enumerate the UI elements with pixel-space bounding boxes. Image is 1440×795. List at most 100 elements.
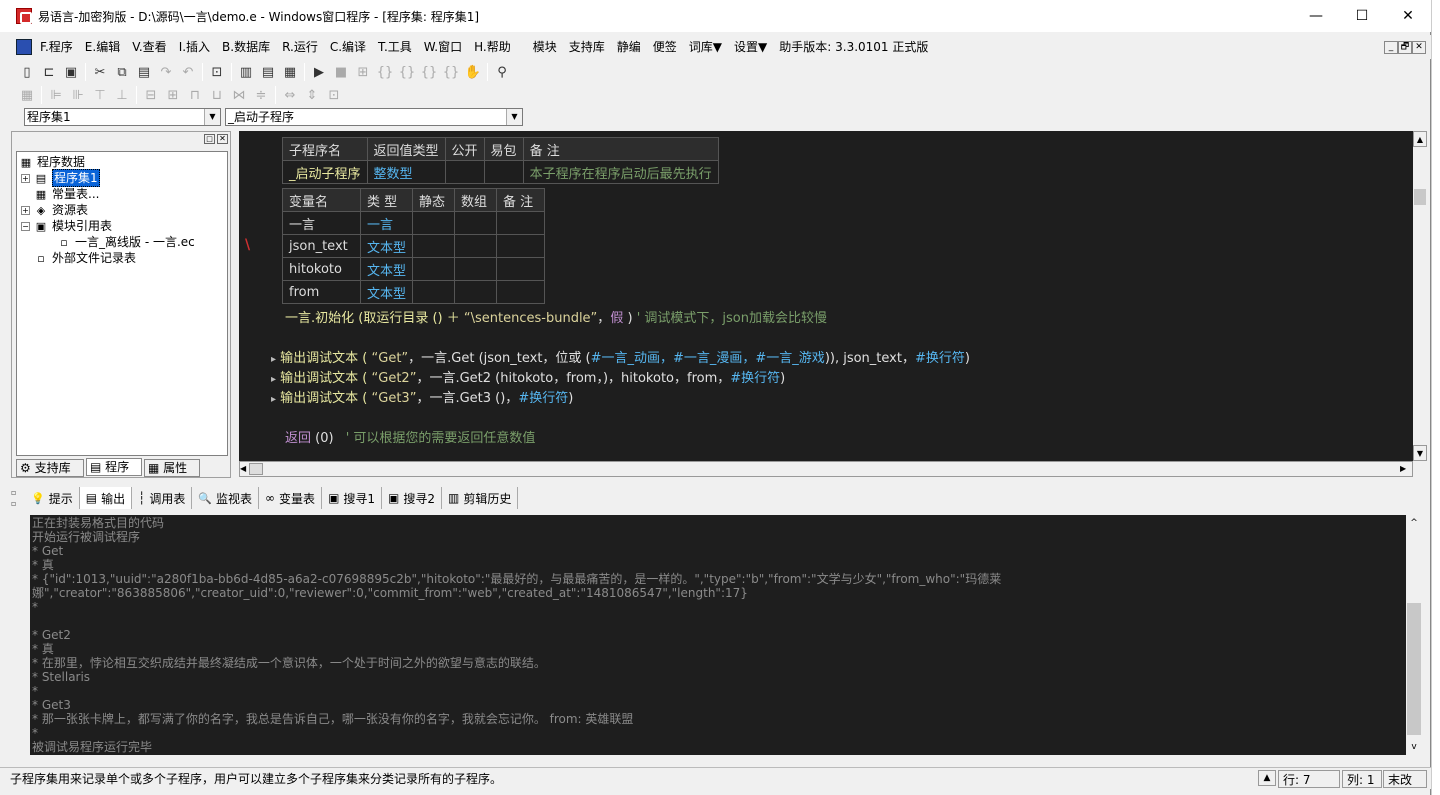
open-folder-icon[interactable]: ⊏ [38,61,60,83]
var-array-cell[interactable] [454,234,498,258]
menu-support-lib[interactable]: 支持库 [563,36,611,58]
tree-item-assembly[interactable]: + ▤ 程序集1 [21,169,100,187]
table-row[interactable]: 一言 一言 [282,211,546,235]
expand-arrow-icon[interactable]: ▸ [271,374,276,385]
size-icon[interactable]: ⊡ [323,84,345,106]
align-right-icon[interactable]: ⊪ [67,84,89,106]
menu-settings[interactable]: 设置▼ [728,36,773,58]
editor-vertical-scrollbar[interactable]: ▲ ▼ [1413,131,1427,461]
var-static-cell[interactable] [412,211,456,235]
tab-search1[interactable]: ▣ 搜寻1 [322,487,383,509]
code-line-return[interactable]: 返回 (0) ' 可以根据您的需要返回任意数值 [285,427,535,446]
app-icon[interactable] [16,8,32,24]
scroll-up-icon[interactable]: ^ [1406,515,1422,531]
subprogram-select[interactable]: _启动子程序 ▼ [225,108,523,126]
pkg-cell[interactable] [483,160,524,184]
var-type-cell[interactable]: 文本型 [359,234,414,258]
tab-variables[interactable]: ∞ 变量表 [259,487,323,509]
var-static-cell[interactable] [412,257,456,281]
var-remark-cell[interactable] [496,257,546,281]
output-vertical-scrollbar[interactable]: ^ v [1406,515,1422,755]
tab-watch[interactable]: 🔍 监视表 [192,487,260,509]
height-icon[interactable]: ⇕ [301,84,323,106]
new-file-icon[interactable]: ▯ [16,61,38,83]
maximize-button[interactable]: ☐ [1339,0,1385,32]
panel-restore-icon[interactable]: □ [204,134,215,144]
menu-edit[interactable]: E.编辑 [79,36,126,58]
expand-icon[interactable]: + [21,173,30,183]
scroll-right-icon[interactable]: ▶ [1400,462,1410,476]
var-remark-cell[interactable] [496,234,546,258]
menu-module[interactable]: 模块 [527,36,563,58]
align-bottom-icon[interactable]: ⊥ [111,84,133,106]
var-type-cell[interactable]: 文本型 [359,280,414,304]
hand-icon[interactable]: ✋ [462,61,484,83]
var-remark-cell[interactable] [496,211,546,235]
step-out-icon[interactable]: {} [418,61,440,83]
var-name-cell[interactable]: hitokoto [282,257,361,281]
expand-icon[interactable]: + [21,205,30,215]
table-row[interactable]: json_text 文本型 [282,234,546,258]
public-cell[interactable] [444,160,485,184]
var-static-cell[interactable] [412,280,456,304]
mdi-restore-button[interactable]: 🗗 [1398,41,1412,54]
menu-static-compile[interactable]: 静编 [611,36,647,58]
var-array-cell[interactable] [454,211,498,235]
tree-item-module-refs[interactable]: − ▣ 模块引用表 [21,218,112,234]
menu-lexicon[interactable]: 词库▼ [683,36,728,58]
editor-horizontal-scrollbar[interactable]: ◀ ▶ [239,461,1413,477]
align-top-icon[interactable]: ⊤ [89,84,111,106]
layout3-icon[interactable]: ▦ [279,61,301,83]
var-array-cell[interactable] [454,257,498,281]
redo-icon[interactable]: ↷ [155,61,177,83]
expand-arrow-icon[interactable]: ▸ [271,394,276,405]
cut-icon[interactable]: ✂ [89,61,111,83]
tree-item-constants[interactable]: ▦ 常量表... [34,186,100,202]
menu-insert[interactable]: I.插入 [173,36,216,58]
scroll-thumb[interactable] [249,463,263,475]
title-bar[interactable]: 易语言-加密狗版 - D:\源码\一言\demo.e - Windows窗口程序… [0,0,1431,32]
table-row[interactable]: from 文本型 [282,280,546,304]
menu-window[interactable]: W.窗口 [418,36,468,58]
run-icon[interactable]: ▶ [308,61,330,83]
menu-tools[interactable]: T.工具 [372,36,418,58]
chevron-down-icon[interactable]: ▼ [506,109,522,125]
paste-icon[interactable]: ▤ [133,61,155,83]
close-button[interactable]: ✕ [1385,0,1431,32]
var-name-cell[interactable]: json_text [282,234,361,258]
tab-program[interactable]: ▤ 程序 [86,458,142,476]
tree-item-resources[interactable]: + ◈ 资源表 [21,202,88,218]
return-type-cell[interactable]: 整数型 [366,160,446,184]
menu-compile[interactable]: C.编译 [324,36,372,58]
menu-database[interactable]: B.数据库 [216,36,276,58]
tree-item-external-files[interactable]: ▫ 外部文件记录表 [34,250,136,266]
tree-root[interactable]: ▦ 程序数据 [19,154,85,170]
undo-icon[interactable]: ↶ [177,61,199,83]
mdi-minimize-button[interactable]: _ [1384,41,1398,54]
menu-program[interactable]: F.程序 [34,36,79,58]
chevron-down-icon[interactable]: ▼ [204,109,220,125]
code-line-get[interactable]: ▸ 输出调试文本 ( “Get”，一言.Get (json_text，位或 (#… [271,347,970,366]
menu-help[interactable]: H.帮助 [468,36,517,58]
panel-close-icon[interactable]: ▫ ▫ [11,487,25,509]
subprogram-name-cell[interactable]: _启动子程序 [282,160,368,184]
same-height-icon[interactable]: ⊔ [206,84,228,106]
center-vertical-icon[interactable]: ⊞ [162,84,184,106]
step-icon[interactable]: ⊞ [352,61,374,83]
mdi-document-icon[interactable] [16,39,32,55]
assembly-select[interactable]: 程序集1 ▼ [24,108,221,126]
var-name-cell[interactable]: from [282,280,361,304]
scroll-down-icon[interactable]: v [1406,739,1422,755]
scroll-thumb[interactable] [1414,189,1426,205]
tab-call-table[interactable]: ┆ 调用表 [132,487,193,509]
breakpoint-marker[interactable]: \ [245,237,250,253]
table-row[interactable]: hitokoto 文本型 [282,257,546,281]
mdi-close-button[interactable]: ✕ [1412,41,1426,54]
space-horizontal-icon[interactable]: ⋈ [228,84,250,106]
align-left-icon[interactable]: ⊫ [45,84,67,106]
center-horizontal-icon[interactable]: ⊟ [140,84,162,106]
step-over-icon[interactable]: {} [396,61,418,83]
save-icon[interactable]: ▣ [60,61,82,83]
code-editor[interactable]: 子程序名 返回值类型 公开 易包 备 注 _启动子程序 整数型 本子程序在程序启… [239,131,1427,461]
align-grid-icon[interactable]: ▦ [16,84,38,106]
